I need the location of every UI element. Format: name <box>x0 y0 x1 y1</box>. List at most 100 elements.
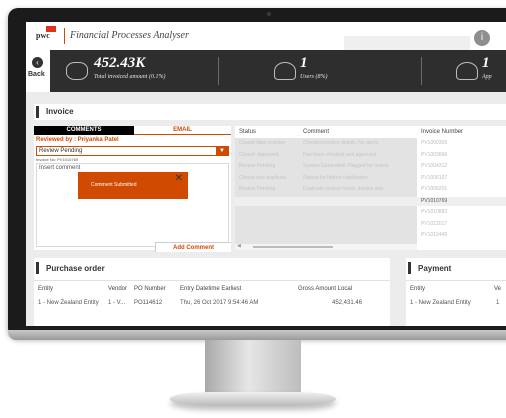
approvers-icon <box>456 62 478 80</box>
comment-tabs: COMMENTS EMAIL <box>34 126 231 135</box>
piggy-bank-icon <box>66 62 88 80</box>
payment-cell-vendor: 1 <box>496 300 500 306</box>
brand-name: pwc <box>36 31 50 40</box>
invoice-number-cell: PV1006201 <box>421 186 448 192</box>
scroll-left-icon[interactable]: ◀ <box>237 243 241 249</box>
close-icon[interactable]: ✕ <box>175 173 183 184</box>
info-icon[interactable]: i <box>474 30 490 46</box>
section-divider <box>34 280 390 281</box>
monitor-chin <box>8 330 506 340</box>
po-cell-po-number: PO114612 <box>134 300 163 306</box>
table-row[interactable]: Review Pending Duplicate invoice found. I… <box>235 185 506 194</box>
back-arrow-icon: ‹ <box>32 57 43 68</box>
horizontal-scrollbar[interactable]: ◀ <box>235 243 417 250</box>
add-comment-button[interactable]: Add Comment <box>155 242 231 252</box>
comment-cell: Raised for further clarification <box>303 174 369 181</box>
payment-panel: Payment Entity Ve 1 - New Zealand Entity… <box>406 258 506 326</box>
invoice-section-title: Invoice <box>46 107 74 116</box>
payment-header-vendor[interactable]: Ve <box>494 286 501 292</box>
brand-logo: pwc <box>36 26 60 43</box>
table-row[interactable]: PV1012017 <box>235 220 506 229</box>
camera-dot <box>267 12 271 16</box>
kpi-users-value: 1 <box>300 55 308 71</box>
status-cell: Closed: Approved <box>239 151 279 158</box>
payment-cell-entity: 1 - New Zealand Entity <box>410 300 471 306</box>
kpi-strip: ‹ Back 452.43K Total invoiced amount (0.… <box>26 50 506 92</box>
invoice-section-header: Invoice <box>34 104 506 120</box>
invoice-number-cell: PV1000305 <box>421 140 448 146</box>
comment-cell: Checked invoice details. No alerts <box>303 140 379 146</box>
section-marker <box>36 106 39 118</box>
comments-panel: COMMENTS EMAIL Reviewed by : Priyanka Pa… <box>34 126 231 252</box>
purchase-order-title: Purchase order <box>46 264 105 273</box>
po-header-po-number[interactable]: PO Number <box>134 286 166 292</box>
review-status-select[interactable]: Review Pending ▼ <box>36 146 229 156</box>
reviewed-by-text: Reviewed by : Priyanka Patel <box>36 137 119 143</box>
invoice-number-cell: PV1012017 <box>421 220 448 227</box>
kpi-total-invoiced-value: 452.43K <box>94 55 146 71</box>
title-divider <box>64 28 65 44</box>
chevron-down-icon[interactable]: ▼ <box>216 147 228 155</box>
status-cell: Review Pending <box>239 163 276 169</box>
invoice-number-cell: PV1010769 <box>421 197 448 204</box>
table-row[interactable]: Review Pending System Generated: Flagged … <box>235 162 506 171</box>
table-row[interactable]: Closed: Approved Has been checked and app… <box>235 151 506 160</box>
invoice-number-cell: PV1003666 <box>421 151 448 158</box>
payment-header-entity[interactable]: Entity <box>410 286 425 292</box>
comment-cell: Has been checked and approved <box>303 151 377 158</box>
scrollbar-thumb[interactable] <box>253 246 333 248</box>
po-header-entry-datetime[interactable]: Entry Datetime Earliest <box>180 286 241 292</box>
section-marker <box>408 262 411 274</box>
comment-cell: System Generated: Flagged for review <box>303 163 389 169</box>
kpi-approvers-value: 1 <box>482 55 490 71</box>
po-cell-gross-amount: 452,431.46 <box>332 300 363 306</box>
section-marker <box>36 262 39 274</box>
table-row[interactable]: PV1012449 <box>235 231 506 240</box>
monitor-stand-base <box>170 392 336 406</box>
users-icon <box>274 62 296 80</box>
table-row[interactable]: PV1010769 <box>235 196 506 206</box>
product-mockup: pwc Financial Processes Analyser i ‹ Bac… <box>0 0 506 418</box>
column-header-comment[interactable]: Comment <box>303 129 329 135</box>
payment-title: Payment <box>418 264 452 273</box>
table-row[interactable]: PV1010883 <box>235 208 506 217</box>
po-cell-entity: 1 - New Zealand Entity <box>38 300 99 306</box>
po-header-gross-amount[interactable]: Gross Amount Local <box>298 286 352 292</box>
po-cell-vendor: 1 - V... <box>108 300 126 306</box>
kpi-divider <box>421 57 422 85</box>
column-header-invoice-number[interactable]: Invoice Number <box>421 129 463 135</box>
kpi-divider <box>218 57 219 85</box>
invoice-number-cell: PV1012449 <box>421 232 448 238</box>
comment-cell: Duplicate invoice found. Invoice was <box>303 186 384 192</box>
back-button[interactable]: ‹ Back <box>26 50 50 92</box>
section-divider <box>406 280 506 281</box>
column-header-status[interactable]: Status <box>239 129 256 135</box>
invoice-number-cell: PV1004312 <box>421 163 448 169</box>
po-header-entity[interactable]: Entity <box>38 286 53 292</box>
kpi-approvers-label: App <box>482 74 492 80</box>
back-label: Back <box>28 71 45 78</box>
tab-email[interactable]: EMAIL <box>134 126 231 135</box>
monitor-stand-neck <box>205 340 301 395</box>
comment-placeholder: Insert comment <box>39 165 81 171</box>
app-header: pwc Financial Processes Analyser i <box>26 22 506 50</box>
invoice-number-text: Invoice No: PV1010769 <box>36 157 79 162</box>
table-row[interactable]: Closed-false positive Checked invoice det… <box>235 139 506 148</box>
header-filter-area <box>344 36 470 50</box>
status-cell: Review Pending <box>239 186 276 192</box>
invoice-table: Status Comment Invoice Number Closed-fal… <box>235 126 506 250</box>
purchase-order-panel: Purchase order Entity Vendor PO Number E… <box>34 258 390 326</box>
po-header-vendor[interactable]: Vendor <box>108 286 127 292</box>
invoice-number-cell: PV1010883 <box>421 209 448 215</box>
invoice-number-cell: PV1006107 <box>421 174 448 181</box>
toast-message: Comment Submitted <box>91 182 137 188</box>
comment-submitted-toast: Comment Submitted ✕ <box>78 172 188 199</box>
review-status-value: Review Pending <box>39 148 83 154</box>
tab-comments[interactable]: COMMENTS <box>34 126 134 135</box>
kpi-total-invoiced-label: Total invoiced amount (0.1%) <box>94 74 166 80</box>
status-cell: Closed-false positive <box>239 140 286 146</box>
po-cell-entry-datetime: Thu, 26 Oct 2017 9:54:46 AM <box>180 300 259 306</box>
app-screen: pwc Financial Processes Analyser i ‹ Bac… <box>26 22 506 326</box>
kpi-users-label: Users (8%) <box>300 74 328 80</box>
table-row[interactable]: Closed-true duplicate Raised for further … <box>235 174 506 183</box>
